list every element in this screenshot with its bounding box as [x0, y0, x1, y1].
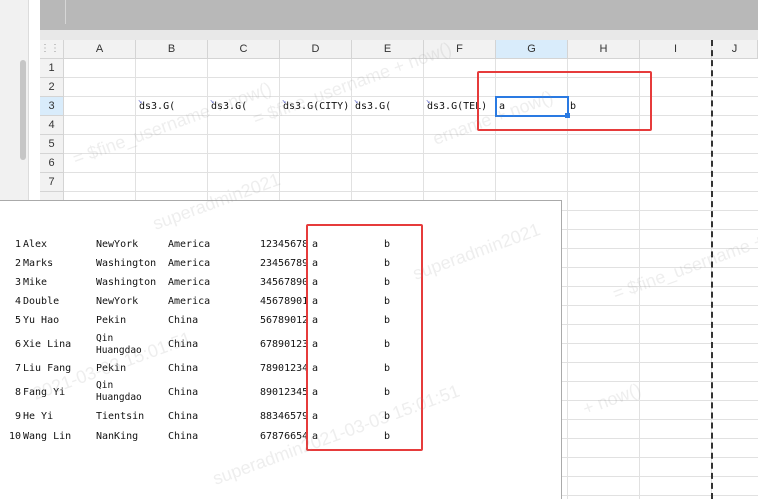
preview-city: Pekin	[96, 363, 127, 374]
preview-tel: 12345678	[260, 239, 309, 250]
preview-name: Yu Hao	[23, 315, 60, 326]
preview-country: America	[168, 258, 211, 269]
preview-country: America	[168, 239, 211, 250]
preview-country: China	[168, 387, 199, 398]
row-header-2[interactable]: 2	[40, 78, 64, 97]
row-header-4[interactable]: 4	[40, 116, 64, 135]
preview-city: Washington	[96, 258, 157, 269]
column-header-g[interactable]: G	[496, 40, 568, 59]
preview-city: NewYork	[96, 239, 139, 250]
column-header-c[interactable]: C	[208, 40, 280, 59]
preview-tel: 23456789	[260, 258, 309, 269]
preview-name: Double	[23, 296, 60, 307]
preview-tel: 67876654	[260, 431, 309, 442]
preview-name: Marks	[23, 258, 54, 269]
preview-city: Tientsin	[96, 411, 145, 422]
column-header-a[interactable]: A	[64, 40, 136, 59]
preview-city: NanKing	[96, 431, 139, 442]
cell-c3[interactable]: ds3.G(	[211, 101, 247, 112]
preview-name: Liu Fang	[23, 363, 72, 374]
preview-city-line1: Qin	[96, 333, 114, 344]
preview-city: Washington	[96, 277, 157, 288]
preview-name: Fang Yi	[23, 387, 66, 398]
row-header-1[interactable]: 1	[40, 59, 64, 78]
row-header-7[interactable]: 7	[40, 173, 64, 192]
toolbar-divider	[65, 0, 66, 24]
scrollbar-thumb[interactable]	[20, 60, 26, 160]
preview-no: 8	[15, 387, 22, 398]
preview-city-line2: Huangdao	[96, 345, 142, 356]
toolbar-separator	[40, 30, 758, 40]
preview-no: 2	[15, 258, 22, 269]
preview-name: He Yi	[23, 411, 54, 422]
preview-tel: 67890123	[260, 339, 309, 350]
preview-country: America	[168, 277, 211, 288]
preview-no: 3	[15, 277, 22, 288]
preview-city-line2: Huangdao	[96, 392, 142, 403]
preview-no: 1	[15, 239, 22, 250]
toolbar-area	[40, 0, 758, 30]
preview-no: 5	[15, 315, 22, 326]
preview-tel: 78901234	[260, 363, 309, 374]
report-preview: 1 Alex NewYork America 12345678 a b 2 Ma…	[0, 200, 562, 499]
preview-tel: 45678901	[260, 296, 309, 307]
preview-city: Pekin	[96, 315, 127, 326]
preview-tel: 88346579	[260, 411, 309, 422]
preview-tel: 89012345	[260, 387, 309, 398]
column-header-e[interactable]: E	[352, 40, 424, 59]
row-header-6[interactable]: 6	[40, 154, 64, 173]
row-header-3[interactable]: 3	[40, 97, 64, 116]
preview-country: China	[168, 315, 199, 326]
row-header-5[interactable]: 5	[40, 135, 64, 154]
preview-country: China	[168, 411, 199, 422]
preview-no: 9	[15, 411, 22, 422]
preview-name: Alex	[23, 239, 48, 250]
preview-tel: 34567890	[260, 277, 309, 288]
column-header-h[interactable]: H	[568, 40, 640, 59]
preview-city-line1: Qin	[96, 380, 114, 391]
cell-d3[interactable]: ds3.G(CITY)	[283, 101, 349, 112]
column-header-b[interactable]: B	[136, 40, 208, 59]
cell-e3[interactable]: ds3.G(	[355, 101, 391, 112]
preview-name: Xie Lina	[23, 339, 72, 350]
preview-name: Wang Lin	[23, 431, 72, 442]
highlight-box-preview	[306, 224, 423, 451]
column-header-f[interactable]: F	[424, 40, 496, 59]
select-all-corner[interactable]: ⋮⋮⋮	[40, 40, 70, 59]
preview-name: Mike	[23, 277, 48, 288]
preview-country: China	[168, 431, 199, 442]
preview-country: China	[168, 339, 199, 350]
preview-country: America	[168, 296, 211, 307]
preview-tel: 56789012	[260, 315, 309, 326]
column-header-d[interactable]: D	[280, 40, 352, 59]
cell-b3[interactable]: ds3.G(	[139, 101, 175, 112]
preview-no: 4	[15, 296, 22, 307]
preview-country: China	[168, 363, 199, 374]
page-break-line	[711, 40, 713, 499]
preview-no: 6	[15, 339, 22, 350]
preview-no: 7	[15, 363, 22, 374]
column-header-i[interactable]: I	[640, 40, 712, 59]
preview-city: NewYork	[96, 296, 139, 307]
column-header-j[interactable]: J	[712, 40, 758, 59]
highlight-box-cells	[477, 71, 652, 131]
preview-no: 10	[9, 431, 22, 442]
